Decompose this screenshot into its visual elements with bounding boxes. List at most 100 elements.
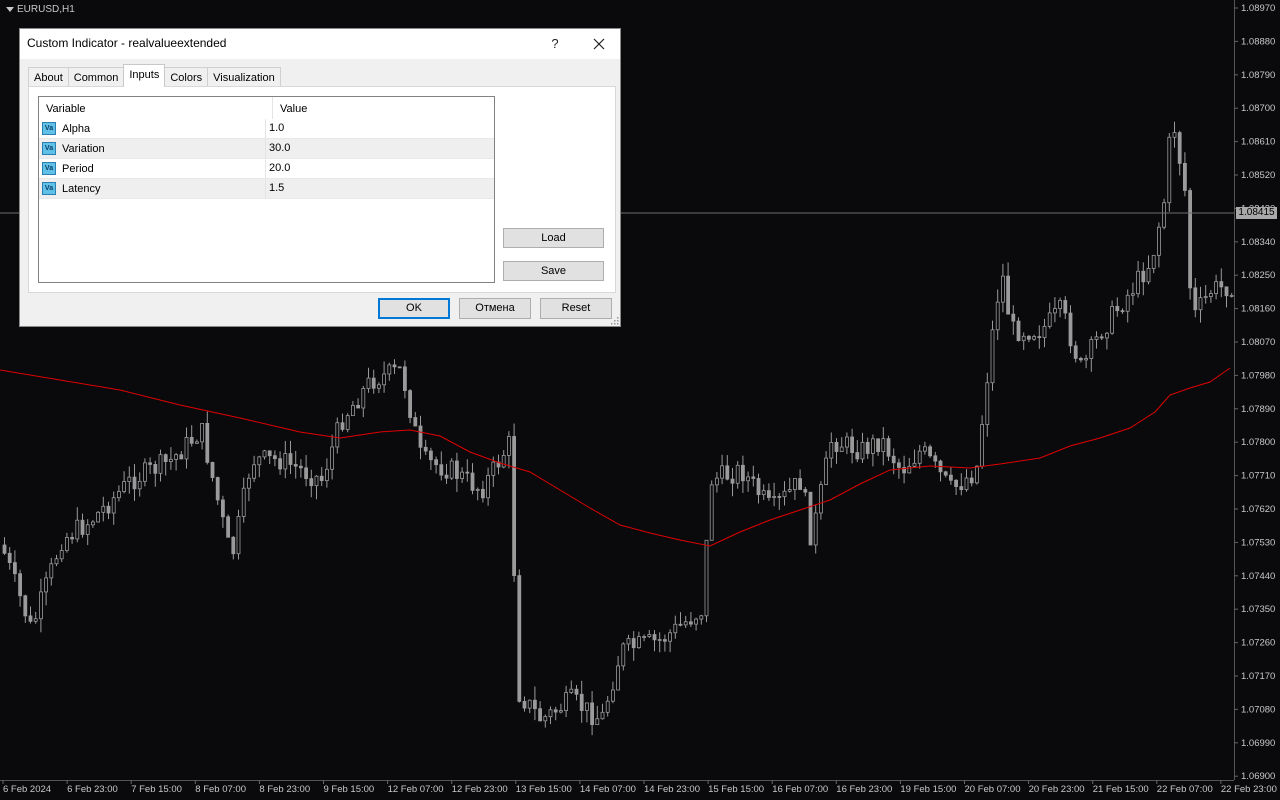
candle-body	[59, 550, 64, 560]
candle-body	[1162, 202, 1166, 228]
grid-header: Variable Value	[39, 97, 494, 119]
price-tick-label: 1.06990	[1241, 738, 1275, 749]
price-tick-label: 1.08700	[1241, 103, 1275, 114]
symbol-label[interactable]: EURUSD,H1	[6, 4, 75, 15]
candle-body	[626, 638, 631, 645]
candle-body	[288, 453, 293, 465]
candle-body	[475, 488, 480, 491]
candle-body	[460, 471, 465, 479]
candle-body	[340, 422, 345, 430]
ok-button[interactable]: OK	[378, 298, 450, 319]
candle-body	[1027, 335, 1031, 340]
candle-body	[756, 478, 761, 496]
candle-body	[543, 716, 548, 722]
help-button[interactable]: ?	[540, 33, 570, 55]
candle-body	[371, 377, 376, 389]
candle-body	[793, 478, 797, 490]
candle-body	[252, 464, 257, 479]
candle-body	[871, 438, 875, 454]
time-tick-label: 8 Feb 07:00	[195, 784, 246, 795]
price-tick-label: 1.08880	[1241, 36, 1275, 47]
variable-value[interactable]: 20.0	[266, 159, 290, 178]
close-button[interactable]	[584, 33, 614, 55]
reset-button[interactable]: Reset	[540, 298, 612, 319]
cancel-button[interactable]: Отмена	[459, 298, 531, 319]
candle-body	[179, 454, 184, 460]
current-price-badge: 1.08415	[1236, 207, 1277, 219]
variable-value[interactable]: 1.5	[266, 179, 284, 198]
variable-name: Alpha	[62, 122, 91, 135]
dropdown-triangle-icon[interactable]	[6, 7, 14, 12]
custom-indicator-dialog[interactable]: Custom Indicator - realvalueextended ? A…	[19, 28, 621, 327]
tab-inputs[interactable]: Inputs	[123, 64, 166, 87]
candle-body	[262, 450, 267, 458]
candle-body	[1183, 163, 1187, 191]
candle-body	[44, 577, 48, 593]
time-tick-label: 12 Feb 07:00	[388, 784, 444, 795]
variable-value[interactable]: 30.0	[266, 139, 290, 158]
candle-body	[392, 364, 397, 368]
candle-body	[257, 456, 262, 466]
indicator-line	[0, 367, 1231, 547]
candle-body	[704, 539, 709, 617]
candle-body	[1016, 320, 1021, 342]
candle-body	[91, 521, 95, 526]
candle-body	[324, 468, 329, 482]
save-button[interactable]: Save	[503, 261, 604, 281]
candle-body	[1229, 295, 1234, 297]
table-row[interactable]: Va Variation 30.0	[39, 139, 494, 159]
table-row[interactable]: Va Latency 1.5	[39, 179, 494, 199]
candle-body	[127, 476, 132, 483]
column-header-variable[interactable]: Variable	[39, 97, 273, 119]
candle-body	[839, 446, 844, 452]
candle-body	[772, 496, 776, 498]
column-header-value[interactable]: Value	[273, 97, 307, 119]
tab-about[interactable]: About	[28, 67, 69, 87]
price-tick-label: 1.07080	[1241, 704, 1275, 715]
candle-body	[709, 484, 714, 541]
candle-body	[860, 441, 865, 460]
candle-body	[345, 415, 350, 430]
candle-body	[761, 490, 766, 496]
candle-body	[278, 458, 283, 470]
time-tick-label: 16 Feb 23:00	[836, 784, 892, 795]
candle-body	[18, 573, 23, 597]
candle-body	[283, 453, 288, 470]
candle-body	[1073, 345, 1078, 359]
candle-body	[1105, 332, 1109, 339]
candle-body	[1058, 300, 1062, 309]
candle-body	[23, 595, 28, 617]
inputs-grid[interactable]: Variable Value Va Alpha 1.0 Va Variation 3…	[38, 96, 495, 283]
dialog-titlebar[interactable]: Custom Indicator - realvalueextended ?	[20, 29, 620, 59]
candle-body	[49, 563, 54, 579]
resize-grip-icon[interactable]	[611, 317, 619, 325]
candle-body	[621, 643, 626, 667]
candle-body	[850, 436, 854, 453]
candle-body	[678, 623, 683, 626]
price-tick-label: 1.07170	[1241, 671, 1275, 682]
candle-body	[506, 436, 511, 456]
load-button[interactable]: Load	[503, 228, 604, 248]
candle-body	[782, 490, 787, 498]
candle-body	[824, 457, 828, 486]
candle-body	[1115, 305, 1120, 312]
candle-body	[600, 711, 605, 720]
tab-common[interactable]: Common	[67, 67, 125, 87]
tab-visualization[interactable]: Visualization	[207, 67, 281, 87]
candle-body	[309, 478, 314, 487]
candle-body	[423, 446, 428, 452]
time-tick-label: 22 Feb 23:00	[1221, 784, 1277, 795]
close-icon	[593, 38, 605, 50]
candle-body	[449, 460, 454, 479]
candle-body	[699, 615, 704, 620]
candle-body	[637, 636, 641, 649]
candle-body	[241, 487, 246, 517]
table-row[interactable]: Va Alpha 1.0	[39, 119, 494, 139]
tab-colors[interactable]: Colors	[164, 67, 209, 87]
tab-bar: About Common Inputs Colors Visualization	[28, 64, 281, 87]
candle-body	[907, 465, 912, 474]
variable-value[interactable]: 1.0	[266, 119, 284, 138]
candle-body	[933, 455, 938, 462]
candle-body	[548, 709, 553, 718]
table-row[interactable]: Va Period 20.0	[39, 159, 494, 179]
